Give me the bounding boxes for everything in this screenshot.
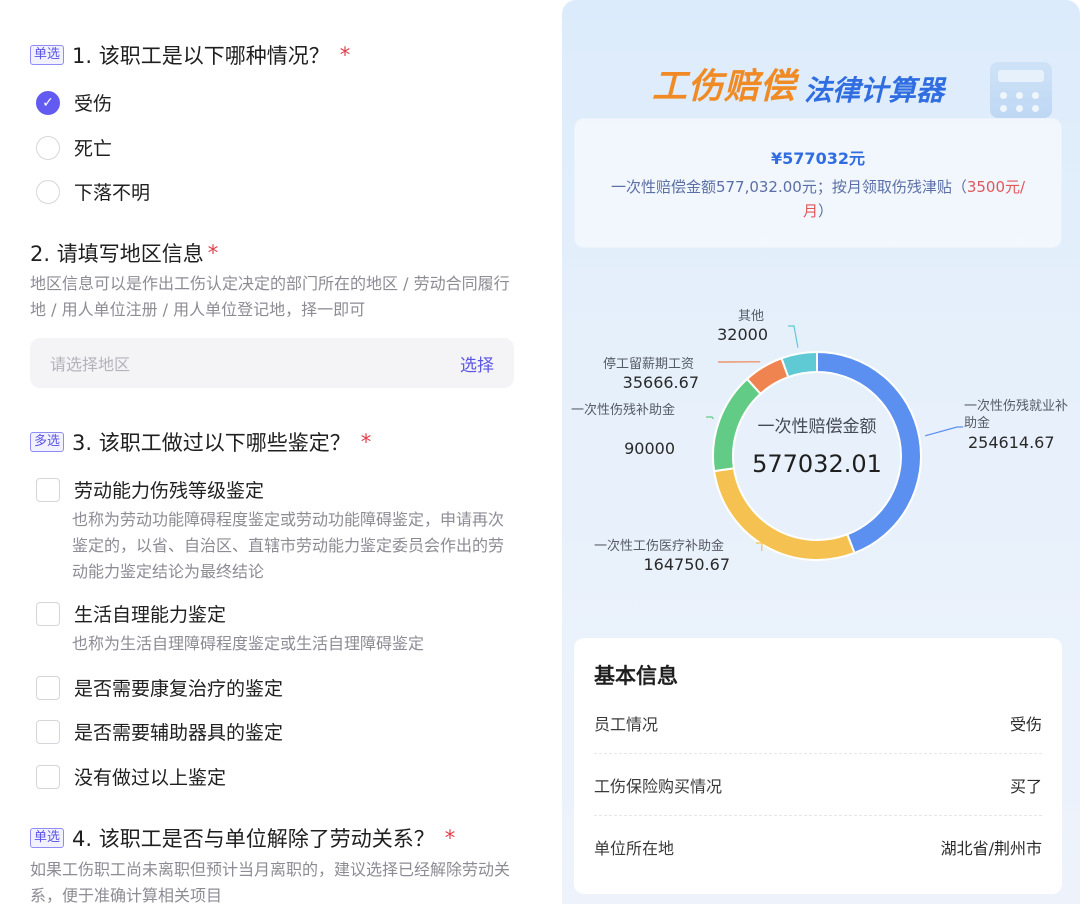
calculator-icon [990, 62, 1052, 118]
question-3-title: 多选 3. 该职工做过以下哪些鉴定？ * [30, 427, 371, 457]
donut-svg: 一次性伤残就业补助金 254614.67 一次性工伤医疗补助金164750.67 一次… [571, 309, 1068, 574]
option-disability-assessment[interactable]: 劳动能力伤残等级鉴定 [36, 476, 264, 503]
option-label: 没有做过以上鉴定 [74, 767, 227, 789]
multi-choice-tag: 多选 [30, 432, 65, 452]
option-description: 也称为生活自理障碍程度鉴定或生活自理障碍鉴定 [72, 634, 425, 653]
option-aid-device-assessment[interactable]: 是否需要辅助器具的鉴定 [36, 718, 283, 745]
region-placeholder: 请选择地区 [50, 355, 131, 374]
basic-info-card: 基本信息 员工情况 受伤 工伤保险购买情况 买了 单位所在地 湖北省/荆州市 [574, 638, 1062, 894]
slice-value-label: 164750.67 [643, 555, 730, 574]
hero-title-blue: 法律计算器 [804, 74, 945, 107]
info-row-insurance: 工伤保险购买情况 买了 [594, 773, 1042, 797]
slice-value-label: 35666.67 [623, 373, 699, 392]
region-select[interactable]: 请选择地区 选择 [30, 338, 514, 388]
result-panel: 工伤赔偿 法律计算器 ¥577032元 一次性赔偿金额577,032.00元；按… [562, 0, 1080, 904]
checkbox[interactable] [36, 477, 60, 502]
question-4-hint: 如果工伤职工尚未离职但预计当月离职的，建议选择已经解除劳动关系，便于准确计算相关… [30, 860, 511, 904]
question-2-hint: 地区信息可以是作出工伤认定决定的部门所在的地区 / 劳动合同履行地 / 用人单位… [30, 274, 510, 319]
compensation-donut-chart: 一次性伤残就业补 助金 254614.67 一次性工伤医疗补助金 164750.67 一次… [562, 290, 1080, 590]
select-button[interactable]: 选择 [460, 351, 494, 376]
checkbox[interactable] [36, 719, 60, 744]
question-2-text: 2. 请填写地区信息 [30, 242, 204, 266]
required-mark: * [339, 43, 351, 67]
info-value: 受伤 [1009, 715, 1042, 734]
slice-name-label: 一次性工伤医疗补助金 [594, 538, 724, 554]
checkmark-icon[interactable]: ✓ [36, 90, 60, 115]
description-end: ） [818, 202, 834, 220]
donut-slice [712, 467, 856, 561]
question-4-text: 4. 该职工是否与单位解除了劳动关系？ [72, 827, 435, 851]
result-summary-card: ¥577032元 一次性赔偿金额577,032.00元；按月领取伤残津贴（350… [574, 118, 1062, 248]
center-value: 577032.01 [752, 450, 882, 478]
slice-name-label: 停工留薪期工资 [603, 356, 694, 372]
option-label: 受伤 [74, 93, 113, 115]
question-1-text: 1. 该职工是以下哪种情况？ [72, 44, 330, 68]
info-label: 工伤保险购买情况 [594, 777, 723, 796]
info-value: 买了 [1009, 777, 1042, 796]
required-mark: * [207, 241, 219, 265]
slice-value-label: 254614.67 [968, 433, 1055, 452]
option-description: 也称为劳动功能障碍程度鉴定或劳动功能障碍鉴定，申请再次鉴定的，以省、自治区、直辖… [72, 510, 505, 581]
result-description: 一次性赔偿金额577,032.00元；按月领取伤残津贴（3500元/月） [597, 175, 1039, 223]
total-amount: ¥577032元 [771, 149, 865, 168]
slice-value-label: 90000 [624, 439, 675, 458]
option-self-care-assessment[interactable]: 生活自理能力鉴定 [36, 600, 226, 627]
questionnaire-panel: 单选 1. 该职工是以下哪种情况？ * ✓ 受伤 死亡 下落不明 2. 请填写地… [0, 0, 548, 904]
slice-value-label: 32000 [717, 325, 768, 344]
option-injured[interactable]: ✓ 受伤 [36, 89, 112, 116]
option-label: 下落不明 [74, 182, 151, 204]
option-label: 是否需要康复治疗的鉴定 [74, 678, 284, 700]
option-none-assessment[interactable]: 没有做过以上鉴定 [36, 763, 226, 790]
divider [594, 815, 1042, 816]
center-label: 一次性赔偿金额 [758, 417, 877, 437]
option-missing[interactable]: 下落不明 [36, 178, 150, 205]
hero-title: 工伤赔偿 法律计算器 [652, 58, 944, 109]
checkbox[interactable] [36, 675, 60, 700]
option-death[interactable]: 死亡 [36, 134, 112, 161]
question-1-title: 单选 1. 该职工是以下哪种情况？ * [30, 40, 350, 70]
option-label: 死亡 [74, 138, 113, 160]
question-2-title: 2. 请填写地区信息 * [30, 238, 218, 268]
slice-name-label: 一次性伤残补助金 [571, 402, 675, 418]
leader-line [924, 426, 963, 437]
info-row-employee-status: 员工情况 受伤 [594, 711, 1042, 735]
leader-line [706, 416, 714, 420]
slice-name-label: 其他 [738, 309, 764, 324]
info-label: 员工情况 [594, 715, 659, 734]
info-row-location: 单位所在地 湖北省/荆州市 [594, 835, 1042, 859]
donut-slice [780, 350, 818, 379]
slice-name-label: 一次性伤残就业补 [964, 398, 1068, 414]
divider [594, 753, 1042, 754]
info-value: 湖北省/荆州市 [940, 839, 1042, 858]
basic-info-title: 基本信息 [594, 664, 678, 688]
radio-button[interactable] [36, 135, 60, 160]
required-mark: * [444, 826, 456, 850]
leader-line [788, 325, 799, 348]
option-label: 生活自理能力鉴定 [74, 604, 227, 626]
option-label: 劳动能力伤残等级鉴定 [74, 480, 265, 502]
hero-title-orange: 工伤赔偿 [652, 67, 797, 107]
question-3-text: 3. 该职工做过以下哪些鉴定？ [72, 431, 351, 455]
checkbox[interactable] [36, 764, 60, 789]
info-label: 单位所在地 [594, 839, 675, 858]
single-choice-tag: 单选 [30, 45, 65, 65]
required-mark: * [360, 430, 372, 454]
question-4-title: 单选 4. 该职工是否与单位解除了劳动关系？ * [30, 823, 455, 853]
option-label: 是否需要辅助器具的鉴定 [74, 722, 284, 744]
slice-name-label: 助金 [964, 415, 990, 431]
checkbox[interactable] [36, 601, 60, 626]
single-choice-tag: 单选 [30, 828, 65, 848]
description-text: 一次性赔偿金额577,032.00元；按月领取伤残津贴（ [610, 178, 967, 196]
radio-button[interactable] [36, 179, 60, 204]
option-rehab-assessment[interactable]: 是否需要康复治疗的鉴定 [36, 674, 283, 701]
